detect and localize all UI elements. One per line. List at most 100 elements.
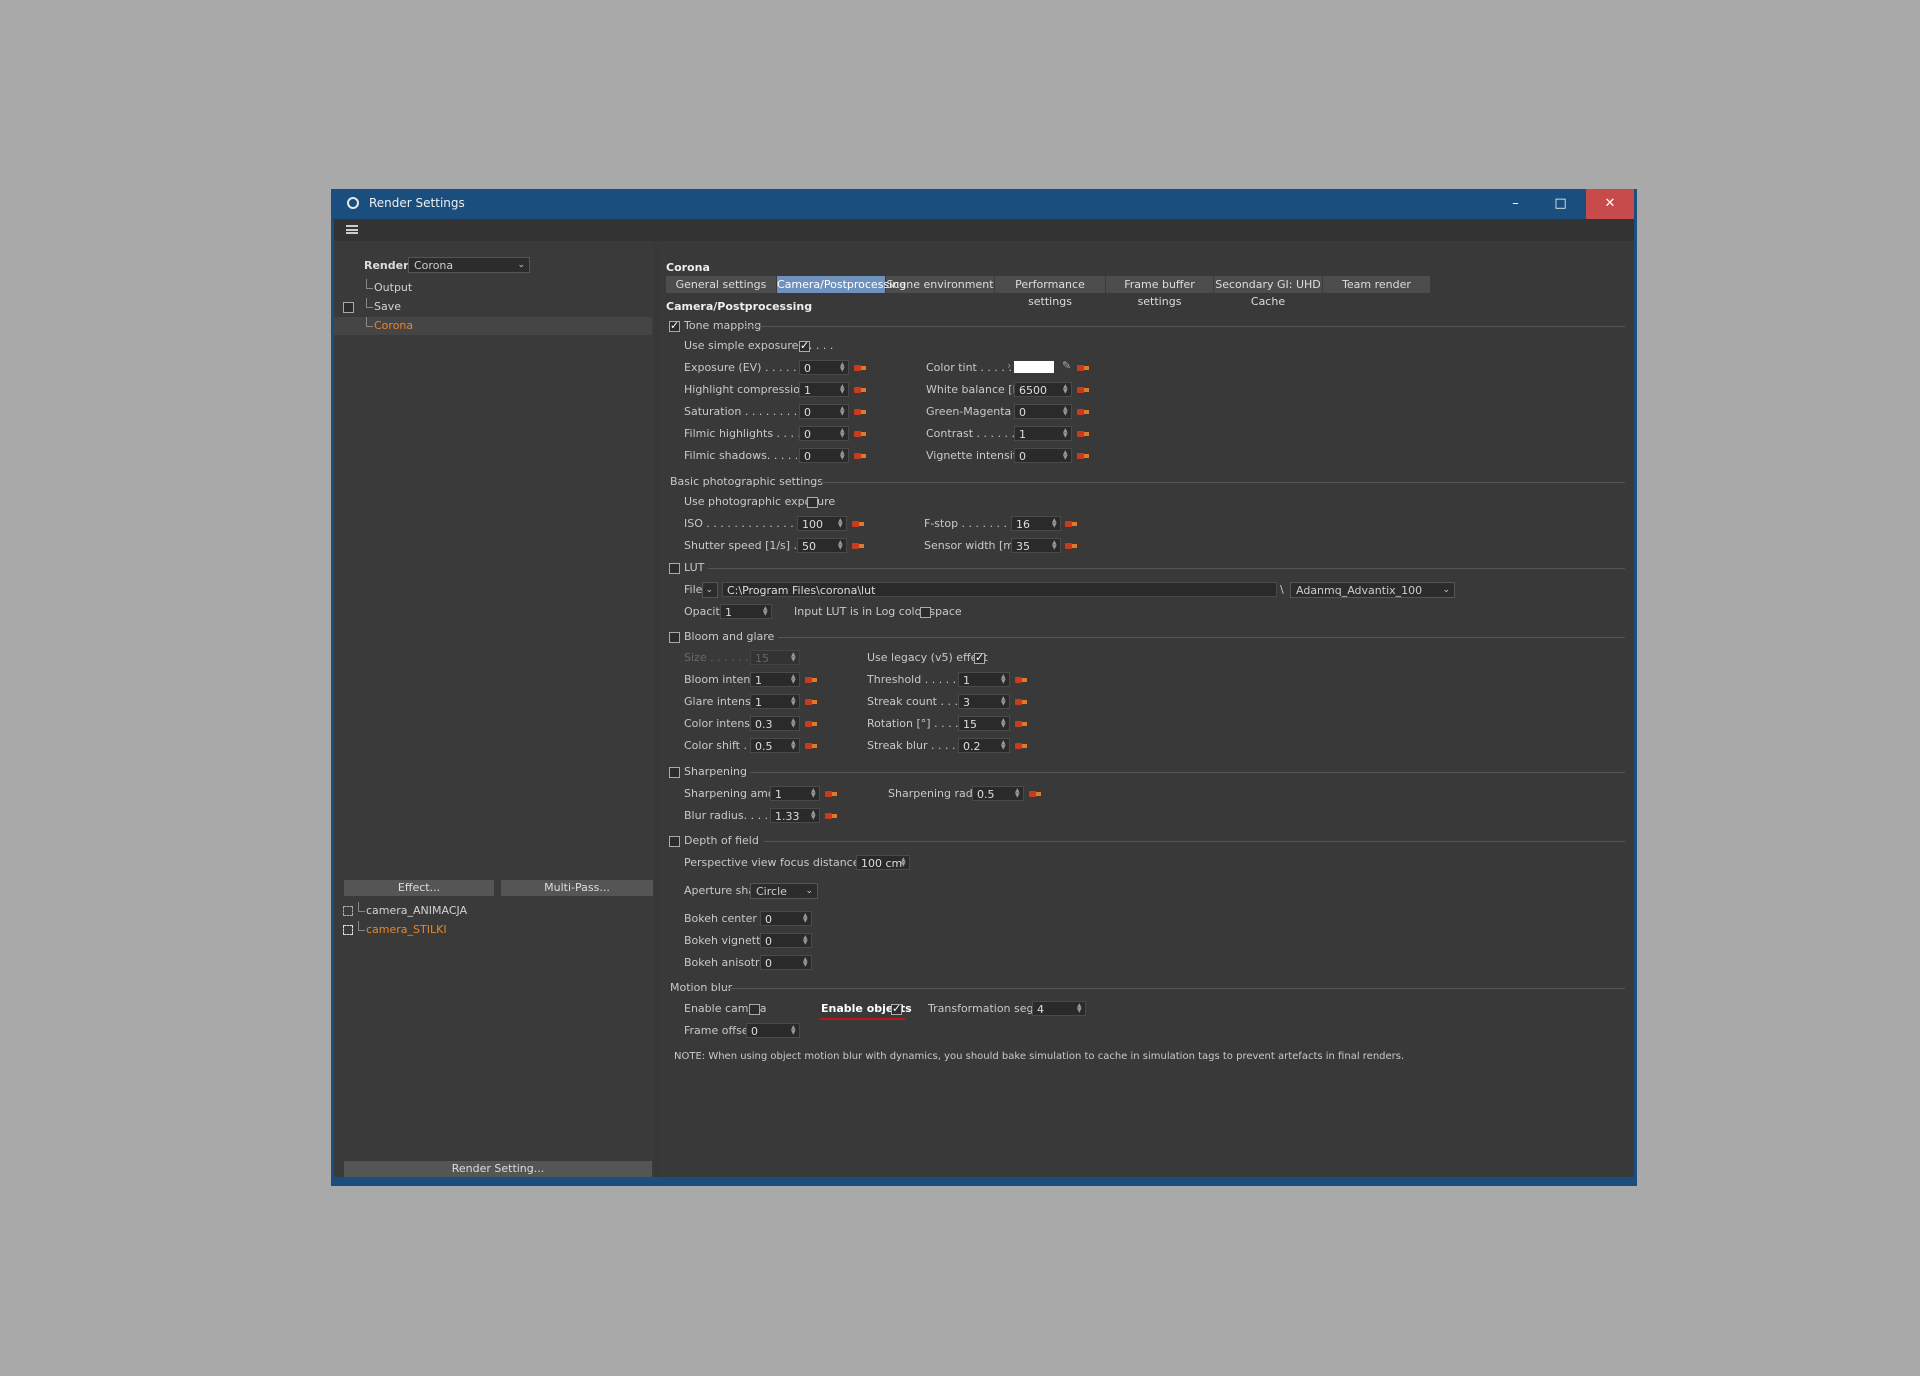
lut-checkbox[interactable]: [669, 563, 680, 574]
green-magenta-field[interactable]: 0 ▲ ▼: [1014, 404, 1072, 419]
animation-key-icon[interactable]: [825, 811, 838, 820]
spinner-icon[interactable]: ▲ ▼: [1001, 674, 1007, 685]
tab-secondary-gi[interactable]: Secondary GI: UHD Cache: [1214, 276, 1323, 308]
spinner-icon[interactable]: ▲ ▼: [840, 428, 846, 439]
sharpening-checkbox[interactable]: [669, 767, 680, 778]
animation-key-icon[interactable]: [1077, 429, 1090, 438]
animation-key-icon[interactable]: [805, 675, 818, 684]
spinner-icon[interactable]: ▲ ▼: [1077, 1003, 1083, 1014]
renderer-dropdown[interactable]: Corona ⌄: [408, 257, 530, 273]
animation-key-icon[interactable]: [852, 541, 865, 550]
spinner-icon[interactable]: ▲ ▼: [1001, 740, 1007, 751]
color-tint-swatch[interactable]: [1014, 361, 1054, 373]
blur-radius-field[interactable]: 1.33 ▲ ▼: [770, 808, 820, 823]
spinner-icon[interactable]: ▲ ▼: [811, 810, 817, 821]
camera-item-animacja[interactable]: camera_ANIMACJA: [334, 902, 652, 920]
spinner-icon[interactable]: ▲ ▼: [791, 740, 797, 751]
use-simple-exposure-checkbox[interactable]: [799, 339, 810, 352]
spinner-icon[interactable]: ▲ ▼: [1052, 540, 1058, 551]
tab-general-settings[interactable]: General settings: [666, 276, 777, 293]
spinner-icon[interactable]: ▲ ▼: [803, 935, 809, 946]
animation-key-icon[interactable]: [805, 741, 818, 750]
spinner-icon[interactable]: ▲ ▼: [1063, 406, 1069, 417]
minimize-button[interactable]: –: [1493, 189, 1538, 219]
aperture-shape-dropdown[interactable]: Circle ⌄: [750, 883, 818, 899]
tree-item-output[interactable]: Output: [334, 279, 652, 297]
animation-key-icon[interactable]: [854, 451, 867, 460]
sensor-width-field[interactable]: 35 ▲ ▼: [1011, 538, 1061, 553]
enable-camera-checkbox[interactable]: [749, 1004, 760, 1015]
spinner-icon[interactable]: ▲ ▼: [840, 406, 846, 417]
spinner-icon[interactable]: ▲ ▼: [791, 1025, 797, 1036]
spinner-icon[interactable]: ▲ ▼: [901, 857, 907, 868]
animation-key-icon[interactable]: [1077, 451, 1090, 460]
animation-key-icon[interactable]: [1015, 741, 1028, 750]
maximize-button[interactable]: □: [1538, 189, 1583, 219]
animation-key-icon[interactable]: [852, 519, 865, 528]
highlight-compression-field[interactable]: 1 ▲ ▼: [799, 382, 849, 397]
bokeh-center-bias-field[interactable]: 0 ▲ ▼: [760, 911, 812, 926]
animation-key-icon[interactable]: [1077, 363, 1090, 372]
spinner-icon[interactable]: ▲ ▼: [838, 518, 844, 529]
tab-frame-buffer-settings[interactable]: Frame buffer settings: [1106, 276, 1214, 308]
animation-key-icon[interactable]: [854, 363, 867, 372]
multipass-button[interactable]: Multi-Pass...: [501, 880, 653, 896]
bloom-intensity-field[interactable]: 1 ▲ ▼: [750, 672, 800, 687]
white-balance-field[interactable]: 6500 ▲ ▼: [1014, 382, 1072, 397]
color-shift-field[interactable]: 0.5 ▲ ▼: [750, 738, 800, 753]
hamburger-menu-icon[interactable]: [346, 225, 358, 234]
frame-offset-field[interactable]: 0 ▲ ▼: [746, 1023, 800, 1038]
bokeh-anisotropy-field[interactable]: 0 ▲ ▼: [760, 955, 812, 970]
use-legacy-checkbox[interactable]: [974, 651, 985, 664]
camera-item-stilki[interactable]: camera_STILKI: [334, 921, 652, 939]
effect-button[interactable]: Effect...: [344, 880, 494, 896]
spinner-icon[interactable]: ▲ ▼: [1052, 518, 1058, 529]
spinner-icon[interactable]: ▲ ▼: [1001, 718, 1007, 729]
title-bar[interactable]: Render Settings – □ ✕: [331, 189, 1637, 219]
spinner-icon[interactable]: ▲ ▼: [840, 362, 846, 373]
spinner-icon[interactable]: ▲ ▼: [1063, 384, 1069, 395]
animation-key-icon[interactable]: [1065, 541, 1078, 550]
lut-preset-dropdown[interactable]: Adanmq_Advantix_100 ⌄: [1290, 582, 1455, 598]
spinner-icon[interactable]: ▲ ▼: [838, 540, 844, 551]
animation-key-icon[interactable]: [805, 697, 818, 706]
animation-key-icon[interactable]: [825, 789, 838, 798]
transformation-segments-field[interactable]: 4 ▲ ▼: [1032, 1001, 1086, 1016]
enable-objects-checkbox[interactable]: [891, 1002, 902, 1015]
render-setting-button[interactable]: Render Setting...: [344, 1161, 652, 1177]
focus-distance-field[interactable]: 100 cm ▲ ▼: [856, 855, 910, 870]
glare-intensity-field[interactable]: 1 ▲ ▼: [750, 694, 800, 709]
bloom-glare-checkbox[interactable]: [669, 632, 680, 643]
spinner-icon[interactable]: ▲ ▼: [791, 674, 797, 685]
spinner-icon[interactable]: ▲ ▼: [840, 450, 846, 461]
spinner-icon[interactable]: ▲ ▼: [1063, 428, 1069, 439]
spinner-icon[interactable]: ▲ ▼: [1015, 788, 1021, 799]
spinner-icon[interactable]: ▲ ▼: [840, 384, 846, 395]
spinner-icon[interactable]: ▲ ▼: [791, 718, 797, 729]
spinner-icon[interactable]: ▲ ▼: [803, 913, 809, 924]
animation-key-icon[interactable]: [1015, 719, 1028, 728]
tree-item-save[interactable]: Save: [334, 298, 652, 316]
tab-performance-settings[interactable]: Performance settings: [995, 276, 1106, 308]
tab-team-render[interactable]: Team render: [1323, 276, 1431, 293]
animation-key-icon[interactable]: [1015, 697, 1028, 706]
lut-file-history-dropdown[interactable]: ⌄: [702, 582, 718, 598]
spinner-icon[interactable]: ▲ ▼: [803, 957, 809, 968]
streak-blur-field[interactable]: 0.2 ▲ ▼: [958, 738, 1010, 753]
vignette-intensity-field[interactable]: 0 ▲ ▼: [1014, 448, 1072, 463]
tab-camera-postprocessing[interactable]: Camera/Postprocessing: [777, 276, 906, 293]
expand-arrow-icon[interactable]: ›: [1007, 358, 1011, 374]
depth-of-field-checkbox[interactable]: [669, 836, 680, 847]
spinner-icon[interactable]: ▲ ▼: [1063, 450, 1069, 461]
sharpening-amount-field[interactable]: 1 ▲ ▼: [770, 786, 820, 801]
animation-key-icon[interactable]: [1077, 385, 1090, 394]
tree-item-corona[interactable]: Corona: [334, 317, 652, 335]
iso-field[interactable]: 100 ▲ ▼: [797, 516, 847, 531]
sharpening-radius-field[interactable]: 0.5 ▲ ▼: [972, 786, 1024, 801]
spinner-icon[interactable]: ▲ ▼: [1001, 696, 1007, 707]
exposure-field[interactable]: 0 ▲ ▼: [799, 360, 849, 375]
animation-key-icon[interactable]: [854, 385, 867, 394]
animation-key-icon[interactable]: [854, 429, 867, 438]
animation-key-icon[interactable]: [805, 719, 818, 728]
color-intensity-field[interactable]: 0.3 ▲ ▼: [750, 716, 800, 731]
